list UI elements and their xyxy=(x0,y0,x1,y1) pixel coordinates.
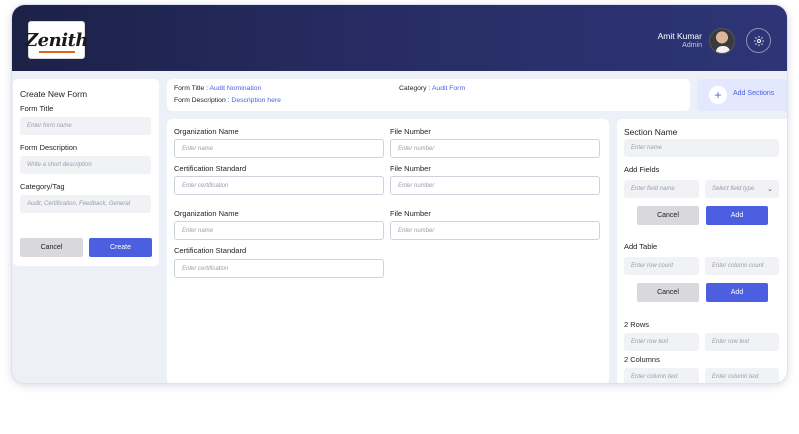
form-description-input[interactable]: Write a short description xyxy=(20,156,151,174)
category-info-value: Audit Form xyxy=(431,85,466,92)
add-field-button[interactable]: Add xyxy=(706,206,768,225)
file-number-input[interactable]: Enter number xyxy=(390,221,600,240)
user-name: Amit Kumar xyxy=(657,31,702,41)
file-number-label: File Number xyxy=(390,127,431,136)
column-count-input[interactable]: Enter column count xyxy=(705,257,779,275)
form-title-info-label: Form Title : xyxy=(174,85,208,92)
row-count-input[interactable]: Enter row count xyxy=(624,257,699,275)
column-text-input[interactable]: Enter column text xyxy=(705,368,779,383)
chevron-down-icon: ⌄ xyxy=(767,186,773,193)
zenith-logo[interactable]: Zenith xyxy=(25,21,88,59)
organization-name-input[interactable]: Enter name xyxy=(174,221,384,240)
category-input[interactable]: Audit, Certification, Feedback, General xyxy=(20,195,151,213)
section-name-input[interactable]: Enter name xyxy=(624,139,779,157)
logo-underline xyxy=(39,51,75,53)
category-label: Category/Tag xyxy=(20,182,65,191)
section-builder-panel: Section Name Enter name Add Fields Enter… xyxy=(617,119,787,383)
form-title-input[interactable]: Enter form name xyxy=(20,117,151,135)
columns-count-label: 2 Columns xyxy=(624,355,660,364)
add-table-button[interactable]: Add xyxy=(706,283,768,302)
file-number-input[interactable]: Enter number xyxy=(390,176,600,195)
form-info-bar: Form Title : Audit Nomination Form Descr… xyxy=(167,79,690,111)
organization-name-input[interactable]: Enter name xyxy=(174,139,384,158)
row-text-input[interactable]: Enter row text xyxy=(705,333,779,351)
add-sections-button[interactable]: + Add Sections xyxy=(697,79,787,111)
add-fields-label: Add Fields xyxy=(624,165,660,174)
logo-wordmark: Zenith xyxy=(25,29,88,51)
row-text-input[interactable]: Enter row text xyxy=(624,333,699,351)
category-info: Category : Audit Form xyxy=(399,85,465,92)
cancel-table-button[interactable]: Cancel xyxy=(637,283,699,302)
rows-count-label: 2 Rows xyxy=(624,320,650,329)
form-description-info-value: Description here xyxy=(231,97,281,104)
organization-name-label: Organization Name xyxy=(174,209,239,218)
certification-standard-label: Certification Standard xyxy=(174,246,247,255)
form-title-info-value: Audit Nomination xyxy=(209,85,262,92)
organization-name-label: Organization Name xyxy=(174,127,239,136)
create-button[interactable]: Create xyxy=(89,238,152,257)
certification-standard-input[interactable]: Enter certification xyxy=(174,176,384,195)
form-description-info: Form Description : Description here xyxy=(174,97,281,104)
form-title-info: Form Title : Audit Nomination xyxy=(174,85,261,92)
avatar[interactable] xyxy=(709,28,735,54)
create-form-title: Create New Form xyxy=(20,89,88,99)
add-sections-label: Add Sections xyxy=(733,90,775,97)
form-fields-card: Organization Name Enter name File Number… xyxy=(167,119,609,383)
cancel-field-button[interactable]: Cancel xyxy=(637,206,699,225)
file-number-input[interactable]: Enter number xyxy=(390,139,600,158)
form-title-label: Form Title xyxy=(20,104,54,113)
column-text-input[interactable]: Enter column text xyxy=(624,368,699,383)
top-bar: Zenith Amit Kumar Admin xyxy=(12,5,787,71)
certification-standard-input[interactable]: Enter certification xyxy=(174,259,384,278)
certification-standard-label: Certification Standard xyxy=(174,164,247,173)
add-table-label: Add Table xyxy=(624,242,658,251)
field-type-select[interactable]: Select field type ⌄ xyxy=(705,180,779,198)
form-description-info-label: Form Description : xyxy=(174,97,230,104)
settings-button[interactable] xyxy=(746,28,771,53)
app-window: Zenith Amit Kumar Admin Create New Form … xyxy=(11,4,788,384)
file-number-label: File Number xyxy=(390,164,431,173)
category-info-label: Category : xyxy=(399,85,431,92)
file-number-label: File Number xyxy=(390,209,431,218)
create-form-card: Create New Form Form Title Enter form na… xyxy=(13,79,159,266)
cancel-button[interactable]: Cancel xyxy=(20,238,83,257)
field-name-input[interactable]: Enter field name xyxy=(624,180,699,198)
plus-icon: + xyxy=(709,86,727,104)
section-name-label: Section Name xyxy=(624,127,678,137)
form-description-label: Form Description xyxy=(20,143,78,152)
user-role: Admin xyxy=(682,42,702,49)
field-type-placeholder: Select field type xyxy=(712,186,755,192)
gear-icon xyxy=(753,35,764,46)
